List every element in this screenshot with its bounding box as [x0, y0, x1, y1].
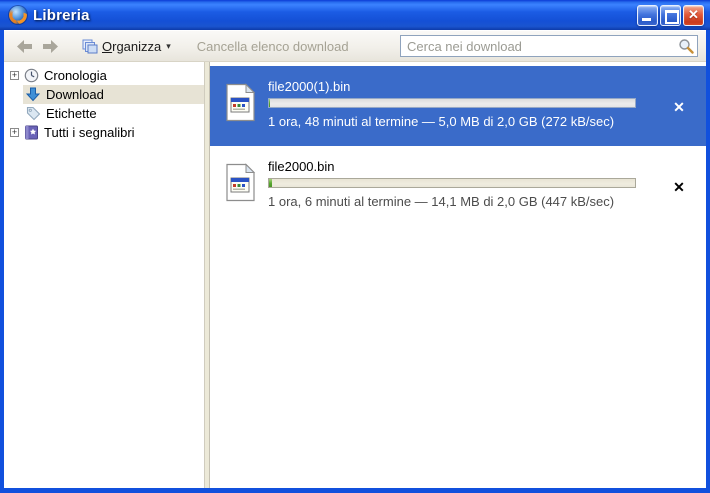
binary-file-icon	[226, 83, 256, 122]
sidebar-item-download[interactable]: Download	[4, 85, 204, 104]
cancel-download-button[interactable]: ✕	[670, 99, 688, 117]
tag-icon	[25, 106, 41, 122]
minimize-button[interactable]	[637, 4, 658, 26]
toolbar: Organizza ▾ Cancella elenco download	[4, 30, 706, 62]
clock-icon	[23, 68, 39, 84]
clear-download-list-button[interactable]: Cancella elenco download	[197, 39, 349, 54]
forward-arrow-icon	[42, 39, 58, 53]
window-title: Libreria	[33, 6, 90, 24]
expander-plus-icon[interactable]: +	[10, 128, 19, 137]
back-arrow-icon	[16, 39, 32, 53]
sidebar-item-label: Tutti i segnalibri	[44, 125, 135, 140]
window-controls	[637, 4, 704, 26]
download-progress-fill	[269, 99, 270, 107]
firefox-logo-icon	[9, 6, 27, 24]
window-frame: Organizza ▾ Cancella elenco download +	[0, 30, 710, 493]
download-progressbar	[268, 98, 636, 108]
maximize-button[interactable]	[660, 4, 681, 26]
cancel-download-button[interactable]: ✕	[670, 179, 688, 197]
forward-button[interactable]	[38, 34, 62, 58]
sidebar-item-etichette[interactable]: Etichette	[4, 104, 204, 123]
sidebar-item-label: Cronologia	[44, 68, 107, 83]
bookmarks-book-icon	[23, 125, 39, 141]
download-info: file2000(1).bin 1 ora, 48 minuti al term…	[268, 79, 670, 129]
download-info: file2000.bin 1 ora, 6 minuti al termine …	[268, 159, 670, 209]
downloads-list: file2000(1).bin 1 ora, 48 minuti al term…	[210, 62, 706, 488]
sidebar-item-tutti-i-segnalibri[interactable]: + Tutti i segnalibri	[4, 123, 204, 142]
download-status: 1 ora, 6 minuti al termine — 14,1 MB di …	[268, 194, 615, 209]
sidebar-item-label: Etichette	[46, 106, 97, 121]
download-row[interactable]: file2000(1).bin 1 ora, 48 minuti al term…	[210, 66, 706, 146]
sidebar: + Cronologia Download Etichette + Tutti …	[4, 62, 204, 488]
search-icon[interactable]	[678, 38, 694, 54]
sidebar-item-cronologia[interactable]: + Cronologia	[4, 66, 204, 85]
titlebar[interactable]: Libreria	[0, 0, 710, 30]
stacked-pages-icon	[82, 39, 98, 53]
download-status: 1 ora, 48 minuti al termine — 5,0 MB di …	[268, 114, 615, 129]
chevron-down-icon: ▾	[166, 40, 171, 51]
download-progress-fill	[269, 179, 272, 187]
download-filename: file2000(1).bin	[268, 79, 351, 94]
binary-file-icon	[226, 163, 256, 202]
library-window: Libreria ✕ Organizza ▾ Cancella elenco d…	[0, 0, 710, 493]
download-progressbar	[268, 178, 636, 188]
search-box	[400, 35, 698, 57]
close-button[interactable]	[683, 4, 704, 26]
back-button[interactable]	[12, 34, 36, 58]
content-area: + Cronologia Download Etichette + Tutti …	[4, 62, 706, 488]
download-arrow-icon	[25, 87, 41, 103]
search-input[interactable]	[400, 35, 698, 57]
sidebar-item-label: Download	[46, 87, 104, 102]
download-filename: file2000.bin	[268, 159, 335, 174]
expander-plus-icon[interactable]: +	[10, 71, 19, 80]
organize-label: Organizza	[102, 38, 162, 54]
download-row[interactable]: file2000.bin 1 ora, 6 minuti al termine …	[210, 146, 706, 226]
organize-button[interactable]: Organizza ▾	[74, 35, 179, 58]
